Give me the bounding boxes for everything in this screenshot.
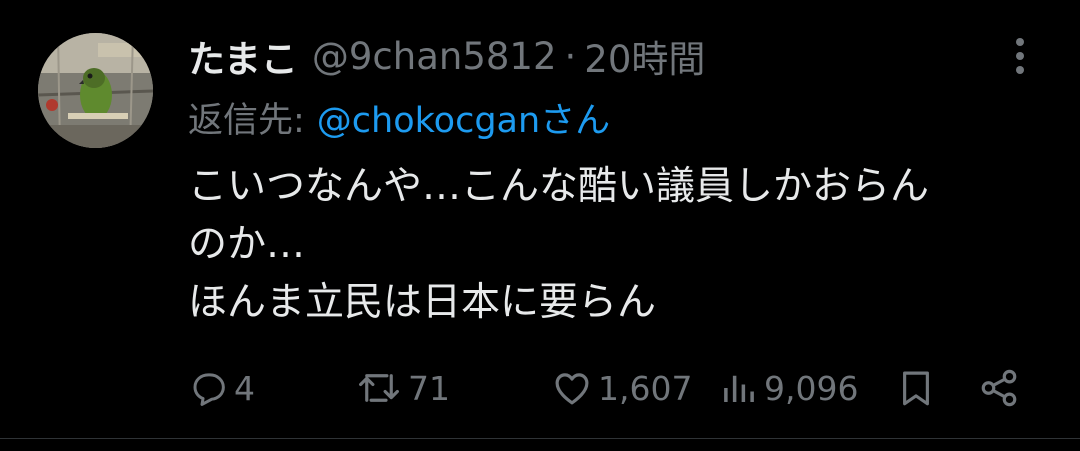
tweet-text-line: ほんま立民は日本に要らん [188,280,657,325]
tweet-header: たまこ @9chan5812 · 20時間 [188,26,705,86]
timestamp[interactable]: 20時間 [584,29,705,83]
reply-label: 返信先: [188,100,305,141]
more-horizontal-icon [1016,38,1024,46]
reply-to-link[interactable]: @chokocganさん [317,92,610,143]
divider [0,438,1080,439]
reply-count: 4 [234,368,255,408]
share-button[interactable] [978,356,1020,420]
views-button[interactable]: 9,096 [718,356,858,420]
analytics-bars-icon [724,375,754,402]
avatar[interactable] [38,33,153,148]
retweet-count: 71 [408,368,450,408]
more-dot [1016,52,1024,60]
action-bar: 4 71 1,607 9,096 [0,356,1080,420]
heart-icon [555,373,589,405]
reply-context: 返信先: @chokocganさん [188,92,610,142]
view-count: 9,096 [764,368,859,408]
reply-bubble-icon [193,373,225,406]
like-button[interactable]: 1,607 [550,356,692,420]
tweet-text: こいつなんや…こんな酷い議員しかおらん のか… ほんま立民は日本に要らん [188,158,1058,332]
retweet-icon [359,374,399,402]
tweet-text-line: こいつなんや…こんな酷い議員しかおらん [188,164,930,209]
user-handle[interactable]: @9chan5812 [312,35,557,78]
retweet-button[interactable]: 71 [354,356,450,420]
more-options-button[interactable] [1008,36,1032,76]
more-dot [1016,66,1024,74]
like-count: 1,607 [598,368,693,408]
tweet[interactable]: たまこ @9chan5812 · 20時間 返信先: @chokocganさん … [0,0,1080,451]
tweet-text-line: のか… [188,222,306,267]
separator: · [564,34,577,78]
bookmark-button[interactable] [895,356,937,420]
share-icon [981,369,1017,407]
display-name[interactable]: たまこ [188,29,298,83]
bookmark-icon [903,371,929,406]
reply-button[interactable]: 4 [188,356,255,420]
avatar-parrot-icon [38,33,153,148]
